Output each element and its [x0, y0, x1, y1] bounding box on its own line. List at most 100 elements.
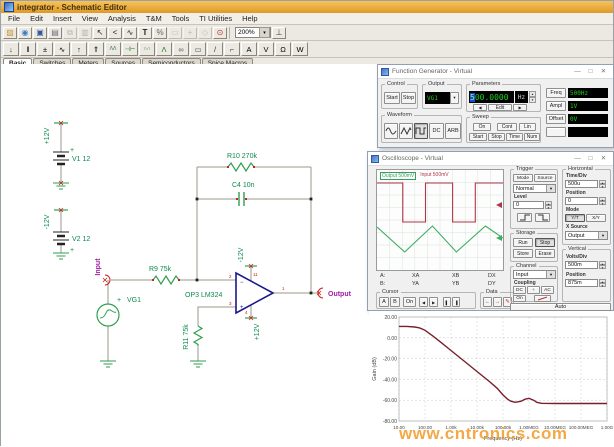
- cursor-on-button[interactable]: On: [403, 297, 416, 307]
- ampl-readout-button[interactable]: Ampl: [546, 101, 566, 111]
- maximize-button[interactable]: □: [584, 153, 597, 165]
- sweep-on-button[interactable]: On: [473, 123, 491, 131]
- resistor-icon[interactable]: ΛΛ: [105, 42, 121, 56]
- resistor-r10[interactable]: [227, 163, 255, 171]
- h-position-field[interactable]: 0: [565, 197, 598, 205]
- sweep-lin-button[interactable]: Lin: [519, 123, 536, 131]
- cursor-a-button[interactable]: A: [379, 297, 389, 307]
- trigger-mode-select[interactable]: Normal▾: [513, 184, 556, 193]
- menu-item[interactable]: T&M: [141, 13, 167, 24]
- potentiometer-icon[interactable]: Λ: [156, 42, 172, 56]
- volts-div-field[interactable]: 500m: [565, 261, 598, 269]
- menu-item[interactable]: Edit: [25, 13, 48, 24]
- sweep-num-button[interactable]: Num: [524, 133, 540, 141]
- minimize-button[interactable]: —: [571, 153, 584, 165]
- output-select[interactable]: VG1: [425, 92, 450, 104]
- menu-item[interactable]: Insert: [48, 13, 77, 24]
- erase-button[interactable]: Erase: [535, 249, 555, 258]
- input-port[interactable]: [103, 275, 110, 285]
- trigger-falling-edge-button[interactable]: [535, 213, 550, 222]
- export-right-icon[interactable]: →: [493, 297, 502, 307]
- jumper-icon[interactable]: ⌐: [224, 42, 240, 56]
- cursor-jump-right-button[interactable]: ▐: [452, 297, 460, 307]
- current-generator-icon[interactable]: ⇑: [88, 42, 104, 56]
- sweep-cont-button[interactable]: Cont: [497, 123, 517, 131]
- chevron-down-icon[interactable]: ▾: [450, 92, 459, 104]
- resistor-r11[interactable]: [190, 326, 206, 367]
- trigger-level-field[interactable]: 0: [513, 201, 544, 209]
- capacitor-c4[interactable]: [236, 192, 247, 206]
- v-position-field[interactable]: 875m: [565, 279, 598, 287]
- trigger-rising-edge-button[interactable]: [517, 213, 532, 222]
- yt-mode-button[interactable]: Y/T: [565, 214, 585, 222]
- menu-item[interactable]: View: [77, 13, 103, 24]
- function-generator-window[interactable]: Function Generator - Virtual — □ ✕ Contr…: [377, 64, 614, 148]
- chevron-down-icon[interactable]: ▾: [259, 27, 270, 38]
- ohmmeter-icon[interactable]: Ω: [275, 42, 291, 56]
- offset-readout-button[interactable]: Offset: [546, 114, 566, 124]
- start-button[interactable]: Start: [384, 92, 400, 104]
- switch-icon[interactable]: /: [207, 42, 223, 56]
- sine-wave-button[interactable]: [384, 123, 398, 139]
- trigger-level-stepper[interactable]: ▴▾: [545, 201, 552, 209]
- export-icon[interactable]: ◉: [18, 27, 32, 39]
- sweep-time-button[interactable]: Time: [506, 133, 523, 141]
- voltage-generator-icon[interactable]: ∿: [54, 42, 70, 56]
- menu-item[interactable]: Tools: [167, 13, 195, 24]
- volts-div-stepper[interactable]: ▴▾: [599, 261, 606, 269]
- arb-button[interactable]: ARB: [445, 123, 461, 139]
- capacitor-icon[interactable]: ⊣⊢: [122, 42, 138, 56]
- select-cursor-icon[interactable]: ↖: [93, 27, 107, 39]
- relay-icon[interactable]: ▭: [190, 42, 206, 56]
- open-icon[interactable]: ▨: [3, 27, 17, 39]
- wattmeter-icon[interactable]: W: [292, 42, 308, 56]
- channel-on-button[interactable]: On: [513, 295, 526, 302]
- close-icon[interactable]: ✕: [597, 66, 610, 78]
- ratio-icon[interactable]: %: [153, 27, 167, 39]
- save-icon[interactable]: ▣: [33, 27, 47, 39]
- oscilloscope-window[interactable]: Oscilloscope - Virtual — □ ✕ Output 500m…: [367, 151, 614, 311]
- menu-item[interactable]: Help: [237, 13, 262, 24]
- digit-right-button[interactable]: ▶: [513, 104, 527, 111]
- x-source-select[interactable]: Output▾: [565, 231, 608, 240]
- current-source-icon[interactable]: ↑: [71, 42, 87, 56]
- text-icon[interactable]: T: [138, 27, 152, 39]
- sweep-stop-button[interactable]: Stop: [488, 133, 505, 141]
- schematic-canvas[interactable]: + +12V V1 12 + -12V V2 12 Inpu: [1, 64, 614, 447]
- stop-button[interactable]: Stop: [535, 238, 555, 247]
- cursor-b-button[interactable]: B: [390, 297, 400, 307]
- voltage-source-icon[interactable]: ±: [37, 42, 53, 56]
- cursor-right-button[interactable]: ▶: [429, 297, 438, 307]
- auto-button[interactable]: Auto: [510, 303, 611, 311]
- output-port[interactable]: [317, 288, 323, 298]
- inductor-icon[interactable]: ∩∩: [139, 42, 155, 56]
- transformer-icon[interactable]: ∞: [173, 42, 189, 56]
- store-button[interactable]: Store: [513, 249, 533, 258]
- coupling-gnd-button[interactable]: ÷: [527, 286, 540, 294]
- export-left-icon[interactable]: ←: [483, 297, 492, 307]
- trigger-source-button[interactable]: Source: [534, 174, 556, 182]
- cursor-jump-left-button[interactable]: ▌: [443, 297, 451, 307]
- v-position-stepper[interactable]: ▴▾: [599, 279, 606, 287]
- xy-mode-button[interactable]: X/Y: [586, 214, 606, 222]
- battery-v2[interactable]: +: [53, 208, 74, 259]
- ammeter-icon[interactable]: A: [241, 42, 257, 56]
- zoom-in-icon[interactable]: +: [183, 27, 197, 39]
- voltmeter-icon[interactable]: V: [258, 42, 274, 56]
- freq-readout-button[interactable]: Freq: [546, 88, 566, 98]
- resistor-r9[interactable]: [152, 276, 180, 284]
- close-icon[interactable]: ✕: [597, 153, 610, 165]
- component-cursor-icon[interactable]: <: [108, 27, 122, 39]
- triangle-wave-button[interactable]: [399, 123, 413, 139]
- sweep-start-button[interactable]: Start: [469, 133, 487, 141]
- maximize-button[interactable]: □: [584, 66, 597, 78]
- battery-v1[interactable]: +: [53, 121, 74, 189]
- blank-readout-button[interactable]: [546, 127, 566, 137]
- minimize-button[interactable]: —: [571, 66, 584, 78]
- wires[interactable]: [61, 123, 319, 361]
- trigger-mode-button[interactable]: Mode: [513, 174, 533, 182]
- battery-icon[interactable]: ‖: [20, 42, 36, 56]
- oscilloscope-titlebar[interactable]: Oscilloscope - Virtual — □ ✕: [368, 152, 613, 166]
- time-div-field[interactable]: 500u: [565, 180, 598, 188]
- frequency-stepper[interactable]: ▴▾: [529, 91, 536, 103]
